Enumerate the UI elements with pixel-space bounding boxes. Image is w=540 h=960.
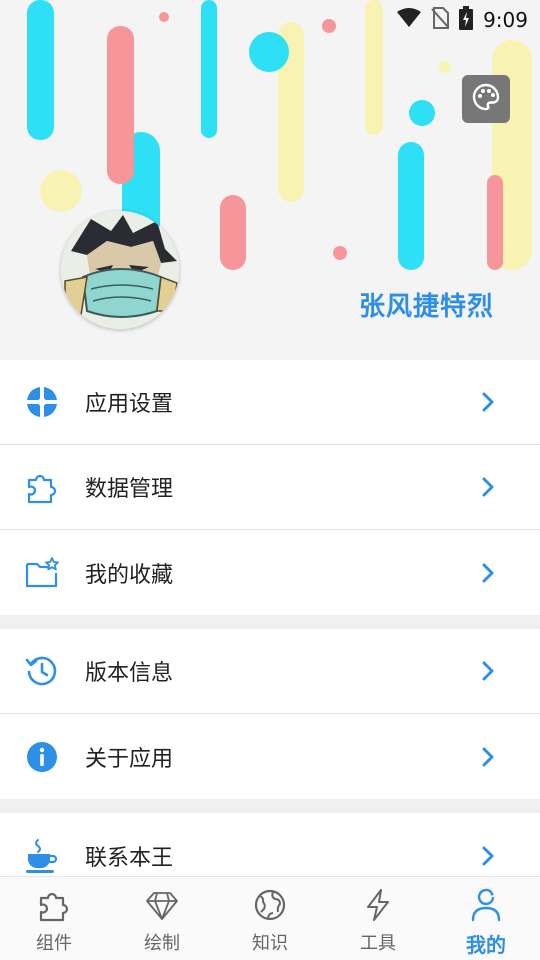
menu-label: 应用设置 bbox=[85, 392, 174, 417]
globe-icon bbox=[252, 887, 288, 923]
menu-item-about-app[interactable]: 关于应用 bbox=[0, 714, 540, 799]
tab-label: 知识 bbox=[252, 933, 288, 954]
menu-label: 关于应用 bbox=[85, 746, 174, 772]
menu-label: 版本信息 bbox=[85, 661, 174, 686]
menu-item-data-management[interactable]: 数据管理 bbox=[0, 445, 540, 530]
chevron-right-icon bbox=[480, 391, 496, 413]
puzzle-icon bbox=[24, 469, 60, 505]
menu-item-app-settings[interactable]: 应用设置 bbox=[0, 360, 540, 445]
status-time: 9:09 bbox=[483, 8, 528, 32]
chevron-right-icon bbox=[480, 746, 496, 768]
tab-label: 绘制 bbox=[144, 933, 180, 954]
menu-group-main: 应用设置 数据管理 我的收藏 bbox=[0, 360, 540, 615]
profile-header: 9:09 张风捷特烈 bbox=[0, 0, 540, 360]
chevron-right-icon bbox=[480, 476, 496, 498]
chevron-right-icon bbox=[480, 660, 496, 682]
lightning-icon bbox=[360, 887, 396, 923]
theme-palette-button[interactable] bbox=[462, 75, 510, 123]
menu-item-favorites[interactable]: 我的收藏 bbox=[0, 530, 540, 615]
tab-knowledge[interactable]: 知识 bbox=[216, 877, 324, 960]
folder-star-icon bbox=[24, 555, 60, 591]
bottom-tab-bar: 组件 绘制 知识 工具 我的 bbox=[0, 876, 540, 960]
palette-icon bbox=[471, 82, 501, 116]
tab-label: 组件 bbox=[36, 933, 72, 954]
tab-label: 我的 bbox=[466, 933, 506, 957]
tab-mine[interactable]: 我的 bbox=[432, 877, 540, 960]
menu-label: 我的收藏 bbox=[85, 562, 174, 588]
history-icon bbox=[24, 653, 60, 689]
puzzle-icon bbox=[36, 887, 72, 923]
info-icon bbox=[24, 739, 60, 775]
status-bar: 9:09 bbox=[0, 0, 540, 36]
tab-components[interactable]: 组件 bbox=[0, 877, 108, 960]
wifi-icon bbox=[397, 8, 422, 32]
menu-label: 联系本王 bbox=[85, 845, 174, 871]
menu-label: 数据管理 bbox=[85, 477, 174, 502]
diamond-icon bbox=[144, 887, 180, 923]
tab-label: 工具 bbox=[360, 933, 396, 954]
username[interactable]: 张风捷特烈 bbox=[359, 286, 494, 323]
user-icon bbox=[468, 887, 504, 923]
tab-tools[interactable]: 工具 bbox=[324, 877, 432, 960]
coffee-cup-icon bbox=[24, 838, 60, 874]
chevron-right-icon bbox=[480, 845, 496, 867]
menu-item-version-info[interactable]: 版本信息 bbox=[0, 629, 540, 714]
settings-shape-icon bbox=[24, 384, 60, 420]
no-sim-icon bbox=[431, 7, 450, 33]
battery-charging-icon bbox=[459, 6, 474, 34]
tab-draw[interactable]: 绘制 bbox=[108, 877, 216, 960]
menu-group-info: 版本信息 关于应用 bbox=[0, 629, 540, 799]
chevron-right-icon bbox=[480, 562, 496, 584]
avatar[interactable] bbox=[61, 211, 179, 329]
